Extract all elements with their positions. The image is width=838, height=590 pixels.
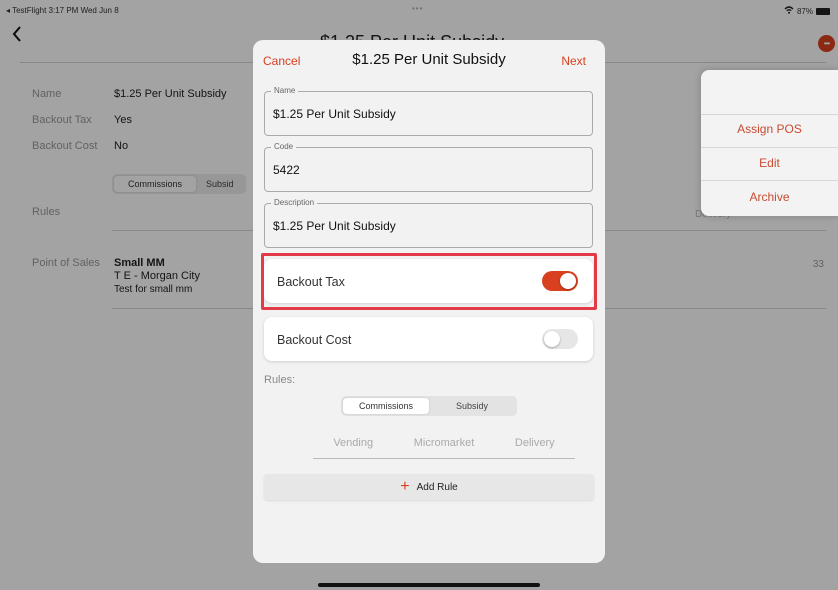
tab-micromarket[interactable]: Micromarket [414,437,475,449]
code-field-label: Code [271,142,297,151]
menu-separator [701,180,838,181]
code-field-value: 5422 [273,163,300,177]
menu-separator [701,147,838,148]
name-field-label: Name [271,86,299,95]
description-field-value: $1.25 Per Unit Subsidy [273,219,396,233]
home-indicator[interactable] [318,583,540,587]
add-rule-button[interactable]: + Add Rule [264,474,594,500]
edit-subsidy-modal: Cancel $1.25 Per Unit Subsidy Next Name … [253,40,605,563]
highlight-box [261,253,597,310]
modal-title: $1.25 Per Unit Subsidy [352,51,506,68]
name-field-value: $1.25 Per Unit Subsidy [273,107,396,121]
rules-segmented-control[interactable]: Commissions Subsidy [341,396,517,416]
segment-commissions[interactable]: Commissions [343,398,429,414]
backout-cost-label: Backout Cost [277,333,352,347]
description-field-label: Description [271,198,318,207]
edit-button[interactable]: Edit [701,156,838,170]
rules-label: Rules: [264,374,296,386]
name-field[interactable]: Name $1.25 Per Unit Subsidy [264,86,593,136]
backout-cost-toggle[interactable] [542,329,578,349]
next-button[interactable]: Next [561,54,586,68]
add-rule-label: Add Rule [416,481,458,493]
toggle-knob [544,331,560,347]
plus-icon: + [400,478,410,495]
archive-button[interactable]: Archive [701,190,838,204]
code-field[interactable]: Code 5422 [264,142,593,192]
menu-separator [701,114,838,115]
backout-cost-row: Backout Cost [264,317,593,361]
tab-delivery[interactable]: Delivery [515,437,555,449]
segment-subsidy[interactable]: Subsidy [429,398,515,414]
tabs-underline [313,458,575,459]
description-field[interactable]: Description $1.25 Per Unit Subsidy [264,198,593,248]
assign-pos-button[interactable]: Assign POS [701,122,838,136]
actions-popover: Assign POS Edit Archive [701,70,838,216]
tab-vending[interactable]: Vending [333,437,373,449]
rule-type-tabs: Vending Micromarket Delivery [313,437,575,449]
